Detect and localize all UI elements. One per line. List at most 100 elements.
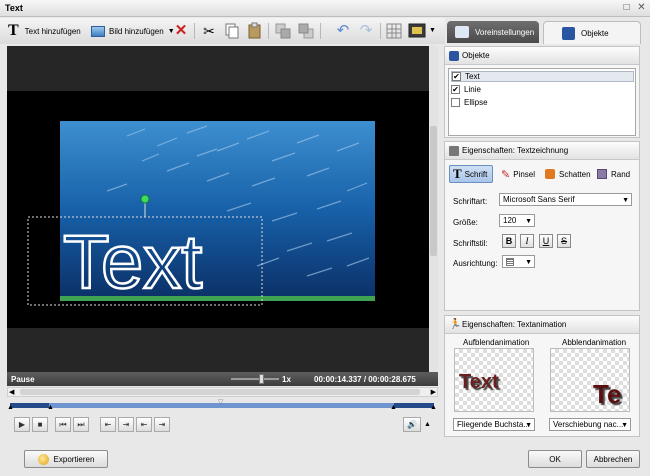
fade-out-preview[interactable]: Te [550,348,630,412]
set-in-button[interactable]: ⇥ [118,417,134,432]
tab-shadow[interactable]: Schatten [545,165,591,183]
bring-forward-icon[interactable] [274,22,292,40]
playback-controls: ▶ ■ ⏮ ⏭ ⇤ ⇥ ⇤ ⇥ 🔊 ▲ [7,414,438,436]
start-marker[interactable]: ▲ [7,404,14,411]
fade-out-select[interactable]: Verschiebung nac... ▼ [549,418,631,431]
grid-icon[interactable] [385,22,403,40]
align-center-icon [506,257,514,266]
tab-objects-label: Objekte [581,28,609,38]
next-frame-button[interactable]: ⏭ [73,417,89,432]
text-properties-header: Eigenschaften: Textzeichnung [445,142,639,160]
set-end-icon: ⇥ [158,420,166,429]
list-item[interactable]: Ellipse [451,97,634,108]
scroll-right-icon[interactable]: ▶ [431,388,436,396]
end-marker[interactable]: ▲ [430,404,437,411]
title-bar: Text □ ✕ [0,0,650,17]
checkbox[interactable]: ✔ [451,85,460,94]
checkbox[interactable]: ✔ [452,72,461,81]
size-select[interactable]: 120 ▼ [499,214,535,227]
toolbar-separator [380,23,381,39]
italic-button[interactable]: I [520,234,534,248]
preview-scrollbar[interactable] [429,46,438,372]
text-animation-header: 🏃 Eigenschaften: Textanimation [445,316,639,334]
volume-icon: 🔊 [407,420,417,429]
speed-slider-thumb[interactable] [259,374,264,384]
redo-icon[interactable]: ↷ [357,22,375,40]
timeline[interactable]: ▽ ▲ ▲ ▲ ▲ [7,398,438,412]
chevron-up-icon[interactable]: ▲ [424,421,431,428]
bold-button[interactable]: B [502,234,516,248]
tab-border[interactable]: Rand [597,165,630,183]
list-item[interactable]: ✔ Text [451,71,634,82]
list-item-label: Linie [464,85,481,94]
fade-in-preview[interactable]: Text [454,348,534,412]
export-button[interactable]: Exportieren [24,450,108,468]
horizontal-scrollbar-thumb[interactable] [20,389,420,395]
text-object[interactable]: Text [62,219,204,307]
set-start-button[interactable]: ⇤ [100,417,116,432]
speed-slider[interactable] [231,374,279,384]
properties-icon [449,146,459,156]
cancel-button[interactable]: Abbrechen [586,450,640,468]
undo-icon[interactable]: ↶ [334,22,352,40]
paste-icon[interactable] [246,22,264,40]
set-out-button[interactable]: ⇤ [136,417,152,432]
font-icon: T [453,166,462,181]
fade-in-select[interactable]: Fliegende Buchsta... ▼ [453,418,535,431]
cut-icon[interactable]: ✂ [200,22,218,40]
fade-in-label: Aufblendanimation [463,338,530,347]
maximize-icon[interactable]: □ [620,2,633,14]
stop-button[interactable]: ■ [32,417,48,432]
tab-presets-label: Voreinstellungen [475,27,535,37]
chevron-down-icon[interactable]: ▼ [429,27,436,34]
image-icon [91,25,105,37]
tab-presets[interactable]: Voreinstellungen [447,21,539,43]
tab-font[interactable]: T Schrift [449,165,493,183]
fade-out-value: Verschiebung nac... [553,420,624,429]
add-image-button[interactable]: Bild hinzufügen ▼ [91,22,175,40]
set-start-icon: ⇤ [104,420,112,429]
brush-icon: ✎ [501,168,511,181]
objects-panel-header: Objekte [445,47,639,65]
copy-icon[interactable] [223,22,241,40]
font-value: Microsoft Sans Serif [503,195,575,204]
fade-in-value: Fliegende Buchsta... [457,420,530,429]
ok-button[interactable]: OK [528,450,582,468]
previous-frame-button[interactable]: ⏮ [55,417,71,432]
underline-button[interactable]: U [539,234,553,248]
strikethrough-button[interactable]: S [557,234,571,248]
scroll-left-icon[interactable]: ◀ [9,388,14,396]
tab-objects[interactable]: Objekte [543,21,641,44]
toolbar-separator [320,23,321,39]
horizontal-scrollbar[interactable]: ◀ ▶ [7,387,438,397]
font-select[interactable]: Microsoft Sans Serif ▼ [499,193,632,206]
volume-button[interactable]: 🔊 [403,417,421,432]
chevron-down-icon: ▼ [525,218,532,225]
safe-area-icon[interactable] [408,22,426,40]
in-marker[interactable]: ▲ [47,404,54,411]
set-end-button[interactable]: ⇥ [154,417,170,432]
tab-brush[interactable]: ✎ Pinsel [501,165,535,183]
objects-list[interactable]: ✔ Text ✔ Linie Ellipse [448,68,636,136]
rotation-handle[interactable] [140,194,150,204]
scrollbar-thumb[interactable] [430,126,437,256]
skip-forward-icon: ⏭ [77,419,85,429]
presets-icon [455,26,469,38]
alignment-select[interactable]: ▼ [502,255,535,268]
add-text-button[interactable]: T Text hinzufügen [8,22,81,40]
tab-font-label: Schrift [464,169,488,179]
play-button[interactable]: ▶ [14,417,30,432]
out-marker[interactable]: ▲ [390,404,397,411]
send-backward-icon[interactable] [297,22,315,40]
list-item-label: Ellipse [464,98,488,107]
playhead-marker[interactable]: ▽ [218,398,223,406]
list-item[interactable]: ✔ Linie [451,84,634,95]
tab-shadow-label: Schatten [559,169,591,179]
close-icon[interactable]: ✕ [635,2,648,14]
toolbar-separator [194,23,195,39]
speed-value: 1x [282,375,291,384]
tab-border-label: Rand [611,169,631,179]
checkbox[interactable] [451,98,460,107]
text-properties-panel: Eigenschaften: Textzeichnung T Schrift ✎… [444,141,640,311]
delete-icon[interactable]: ✕ [172,22,190,40]
